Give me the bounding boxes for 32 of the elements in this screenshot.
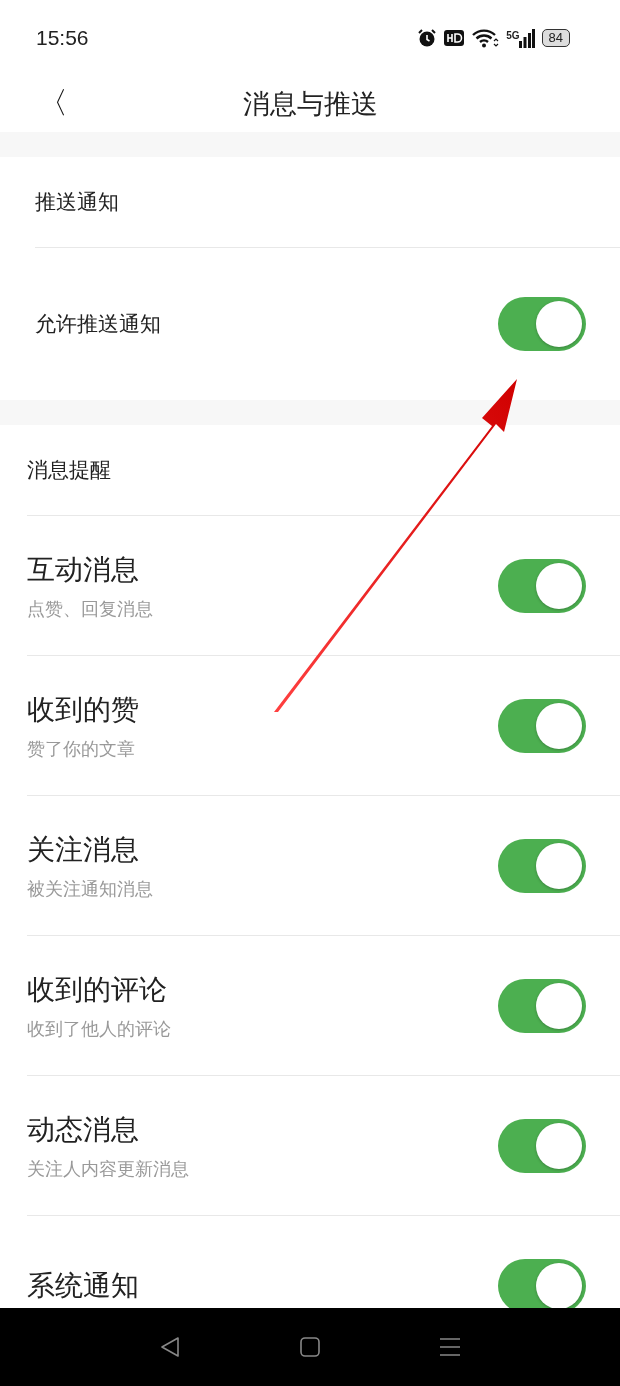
setting-label: 收到的评论 xyxy=(27,971,168,1008)
setting-description: 关注人内容更新消息 xyxy=(27,1156,189,1181)
battery-indicator: 84 xyxy=(541,28,570,47)
network-label: 5G xyxy=(506,29,520,41)
setting-label: 关注消息 xyxy=(27,831,140,868)
setting-label: 允许推送通知 xyxy=(35,311,161,338)
section-title: 推送通知 xyxy=(35,157,620,248)
setting-description: 被关注通知消息 xyxy=(27,876,153,901)
toggle-switch[interactable] xyxy=(498,558,586,613)
back-nav-icon[interactable] xyxy=(158,1335,182,1359)
signal-icon xyxy=(518,27,535,48)
setting-label: 互动消息 xyxy=(27,551,140,588)
page-title: 消息与推送 xyxy=(242,86,378,121)
menu-icon[interactable] xyxy=(438,1335,462,1359)
wifi-icon xyxy=(471,27,500,48)
status-time: 15:56 xyxy=(36,25,89,50)
toggle-switch[interactable] xyxy=(498,1118,586,1173)
toggle-switch[interactable] xyxy=(498,978,586,1033)
setting-description: 赞了你的文章 xyxy=(27,736,136,761)
back-button[interactable]: 〈 xyxy=(32,75,74,132)
home-nav-icon[interactable] xyxy=(298,1335,322,1359)
toggle-switch[interactable] xyxy=(498,698,586,753)
hd-icon xyxy=(444,28,465,47)
toggle-switch[interactable] xyxy=(498,1258,586,1308)
setting-label: 动态消息 xyxy=(27,1111,140,1148)
toggle-switch[interactable] xyxy=(498,297,586,351)
setting-label: 系统通知 xyxy=(27,1267,139,1304)
setting-label: 收到的赞 xyxy=(27,691,139,728)
alarm-icon xyxy=(417,27,438,48)
setting-description: 收到了他人的评论 xyxy=(27,1016,171,1041)
toggle-switch[interactable] xyxy=(498,838,586,893)
setting-description: 点赞、回复消息 xyxy=(27,596,153,621)
